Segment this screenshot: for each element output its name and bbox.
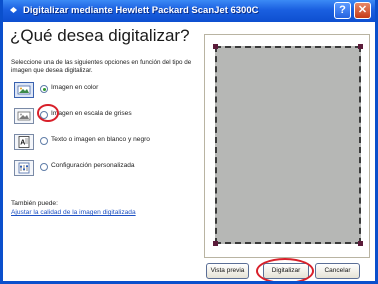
scanner-app-icon <box>10 7 17 13</box>
intro-text: Seleccione una de las siguientes opcione… <box>11 59 192 74</box>
cancel-button[interactable]: Cancelar <box>315 263 360 279</box>
option-label: Configuración personalizada <box>51 162 135 169</box>
help-button[interactable]: ? <box>334 2 351 19</box>
option-text-bw[interactable]: A Texto o imagen en blanco y negro <box>14 134 204 154</box>
annotation-circle-radio <box>37 104 59 122</box>
radio-color-image[interactable] <box>40 85 48 93</box>
scan-dialog-window: Digitalizar mediante Hewlett Packard Sca… <box>0 0 378 284</box>
color-photo-icon[interactable] <box>14 82 34 98</box>
adjust-quality-link[interactable]: Ajustar la calidad de la imagen digitali… <box>11 209 136 216</box>
option-custom-settings[interactable]: Configuración personalizada <box>14 160 204 180</box>
scan-preview-area[interactable] <box>213 44 363 246</box>
dialog-client-area: ¿Qué desea digitalizar? Seleccione una d… <box>3 22 375 281</box>
crop-handle-top-right[interactable] <box>358 44 363 49</box>
crop-handle-bottom-left[interactable] <box>213 241 218 246</box>
crop-handle-top-left[interactable] <box>213 44 218 49</box>
title-bar: Digitalizar mediante Hewlett Packard Sca… <box>3 0 375 22</box>
option-label: Imagen en escala de grises <box>51 110 132 117</box>
grayscale-photo-icon[interactable] <box>14 108 34 124</box>
option-label: Imagen en color <box>51 84 99 91</box>
page-title: ¿Qué desea digitalizar? <box>10 26 190 45</box>
crop-handle-bottom-right[interactable] <box>358 241 363 246</box>
preview-panel <box>204 34 370 258</box>
preview-button[interactable]: Vista previa <box>206 263 249 279</box>
window-title: Digitalizar mediante Hewlett Packard Sca… <box>23 5 259 16</box>
annotation-circle-scan <box>256 258 314 281</box>
close-button[interactable]: ✕ <box>354 2 371 19</box>
radio-text-bw[interactable] <box>40 137 48 145</box>
radio-custom-settings[interactable] <box>40 163 48 171</box>
option-color-image[interactable]: Imagen en color <box>14 82 204 102</box>
svg-text:A: A <box>20 140 25 147</box>
custom-settings-icon[interactable] <box>14 160 34 176</box>
also-label: También puede: <box>11 200 58 207</box>
text-document-icon[interactable]: A <box>14 134 34 150</box>
option-label: Texto o imagen en blanco y negro <box>51 136 150 143</box>
